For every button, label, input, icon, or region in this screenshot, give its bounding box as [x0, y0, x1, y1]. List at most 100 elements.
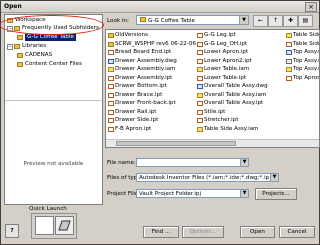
file-item[interactable]: SCRW_WSPHP rev6 06-22-06 — [108, 41, 196, 48]
file-name: Lower Table.iam — [204, 66, 250, 72]
back-button[interactable]: ← — [253, 15, 268, 27]
ipt-file-icon — [286, 75, 292, 81]
file-name-field[interactable]: ▼ — [136, 158, 249, 167]
preview-text: Preview not available — [23, 161, 84, 167]
file-item[interactable]: OldVersions — [108, 32, 148, 39]
file-name: Top Assy.id — [293, 57, 319, 64]
file-item[interactable]: Drawer Assembly.iam — [108, 66, 176, 73]
folder-icon — [17, 35, 23, 40]
tree-item-libraries[interactable]: − Libraries — [7, 43, 46, 50]
file-name: Drawer Side.ipt — [115, 117, 159, 123]
file-item[interactable]: Top Apron — [286, 74, 320, 82]
look-in-dropdown[interactable]: G-G Coffee Table ▼ — [136, 15, 249, 25]
file-item[interactable]: Lower Apron2.ipt — [197, 58, 252, 65]
file-name: Drawer Rail.ipt — [115, 108, 157, 115]
collapse-icon[interactable]: − — [7, 44, 13, 50]
view-menu-button[interactable]: ▤ — [298, 15, 313, 27]
file-item[interactable]: Lower Table.iam — [197, 66, 249, 73]
file-item[interactable]: Overall Table Assy.iam — [197, 92, 266, 99]
folder-icon — [17, 62, 23, 67]
file-name: Lower Table.ipt — [204, 74, 247, 81]
file-item[interactable]: Lower Apron.ipt — [197, 49, 248, 56]
tree-item-gg-coffee-table[interactable]: G-G Coffee Table — [17, 34, 76, 41]
file-name: Bread Board End.ipt — [115, 49, 172, 55]
open-button[interactable]: Open — [240, 226, 275, 238]
file-name-label: File name: — [107, 160, 136, 166]
projects-icon[interactable] — [55, 216, 74, 235]
up-folder-button[interactable]: ↑ — [268, 15, 283, 27]
ipt-file-icon — [197, 33, 203, 38]
file-name: Top Apron — [293, 74, 320, 81]
file-item[interactable]: Table Side — [286, 32, 319, 39]
file-name: Drawer Bottom.ipt — [115, 83, 167, 89]
scrollbar-thumb[interactable] — [116, 141, 236, 146]
iam-file-icon — [197, 92, 203, 98]
file-name: F-B Apron.ipt — [115, 125, 152, 132]
chevron-down-icon[interactable]: ▼ — [240, 159, 248, 166]
iam-file-icon — [108, 67, 114, 72]
file-item[interactable]: Bread Board End.ipt — [108, 49, 171, 56]
files-of-type-dropdown[interactable]: Autodesk Inventor Files (*.iam;*.idw;*.d… — [136, 173, 279, 182]
options-button[interactable]: Options... — [182, 226, 224, 238]
file-item[interactable]: Drawer Assembly.ipt — [108, 75, 172, 82]
file-name: Overall Table Assy.iam — [204, 91, 267, 98]
ipt-file-icon — [197, 75, 203, 81]
new-folder-button[interactable]: ✚ — [283, 15, 298, 27]
ipt-file-icon — [197, 118, 203, 123]
title-bar: Open × — [1, 1, 319, 13]
file-item[interactable]: G-G Leg_OH.ipt — [197, 41, 247, 48]
dwg-file-icon — [108, 58, 114, 64]
project-file-dropdown[interactable]: Vault Project Folder.ipj ▼ — [136, 189, 249, 198]
ipt-file-icon — [197, 41, 203, 47]
file-name: Top Assy.ia — [293, 66, 319, 72]
file-item[interactable]: Drawer Side.ipt — [108, 117, 158, 124]
file-name: Table Side — [293, 40, 320, 47]
dwg-file-icon — [286, 50, 292, 55]
file-item[interactable]: Top Assy.d — [286, 49, 319, 56]
window-title: Open — [4, 3, 22, 10]
folder-icon — [14, 44, 20, 49]
horizontal-scrollbar[interactable] — [106, 139, 319, 147]
file-item[interactable]: Lower Table.ipt — [197, 75, 246, 82]
file-item[interactable]: F-B Apron.ipt — [108, 126, 151, 133]
find-button[interactable]: Find ... — [143, 226, 179, 238]
file-item[interactable]: Table Side — [286, 40, 320, 48]
file-name: Drawer Front-back.ipt — [115, 100, 176, 106]
folder-icon — [17, 53, 23, 58]
file-name: Drawer Brace.ipt — [115, 91, 163, 98]
file-name: Stretcher.ipt — [204, 117, 239, 123]
file-item[interactable]: Overall Table Assy.ipt — [197, 100, 263, 107]
ipt-file-icon — [108, 75, 114, 81]
file-item[interactable]: Drawer Bottom.ipt — [108, 83, 167, 90]
file-item[interactable]: G-G Leg.ipt — [197, 32, 236, 39]
file-name: Overall Table Assy.dwg — [204, 83, 268, 89]
file-item[interactable]: Drawer Brace.ipt — [108, 92, 162, 99]
tree-item-content-center-files[interactable]: Content Center Files — [17, 61, 82, 68]
chevron-down-icon[interactable]: ▼ — [239, 16, 248, 24]
cancel-button[interactable]: Cancel — [279, 226, 315, 238]
ipt-file-icon — [108, 126, 114, 132]
new-file-icon[interactable] — [35, 216, 54, 235]
file-item[interactable]: Table Side Assy.iam — [197, 126, 259, 133]
file-item[interactable]: Stretcher.ipt — [197, 117, 238, 124]
file-item[interactable]: Drawer Front-back.ipt — [108, 100, 176, 107]
chevron-down-icon[interactable]: ▼ — [240, 190, 248, 197]
iam-file-icon — [197, 126, 203, 132]
help-button[interactable]: ? — [5, 224, 19, 238]
file-name: Drawer Assembly.ipt — [115, 74, 173, 81]
file-name: Lower Apron.ipt — [204, 49, 249, 55]
chevron-down-icon[interactable]: ▼ — [270, 174, 278, 181]
file-item[interactable]: Drawer Assembly.dwg — [108, 58, 177, 65]
file-item[interactable]: Stile.ipt — [197, 109, 225, 116]
file-item[interactable]: Drawer Rail.ipt — [108, 109, 157, 116]
file-item[interactable]: Overall Table Assy.dwg — [197, 83, 268, 90]
tree-item-cadenas[interactable]: CADENAS — [17, 52, 52, 59]
iam-file-icon — [286, 67, 292, 72]
file-name: Drawer Assembly.iam — [115, 66, 176, 72]
file-item[interactable]: Top Assy.id — [286, 57, 319, 65]
ipt-file-icon — [108, 101, 114, 106]
projects-button[interactable]: Projects... — [255, 188, 297, 200]
file-list[interactable]: OldVersions SCRW_WSPHP rev6 06-22-06 Bread… — [105, 29, 320, 148]
file-item[interactable]: Top Assy.ia — [286, 66, 319, 73]
close-button[interactable]: × — [305, 2, 317, 12]
